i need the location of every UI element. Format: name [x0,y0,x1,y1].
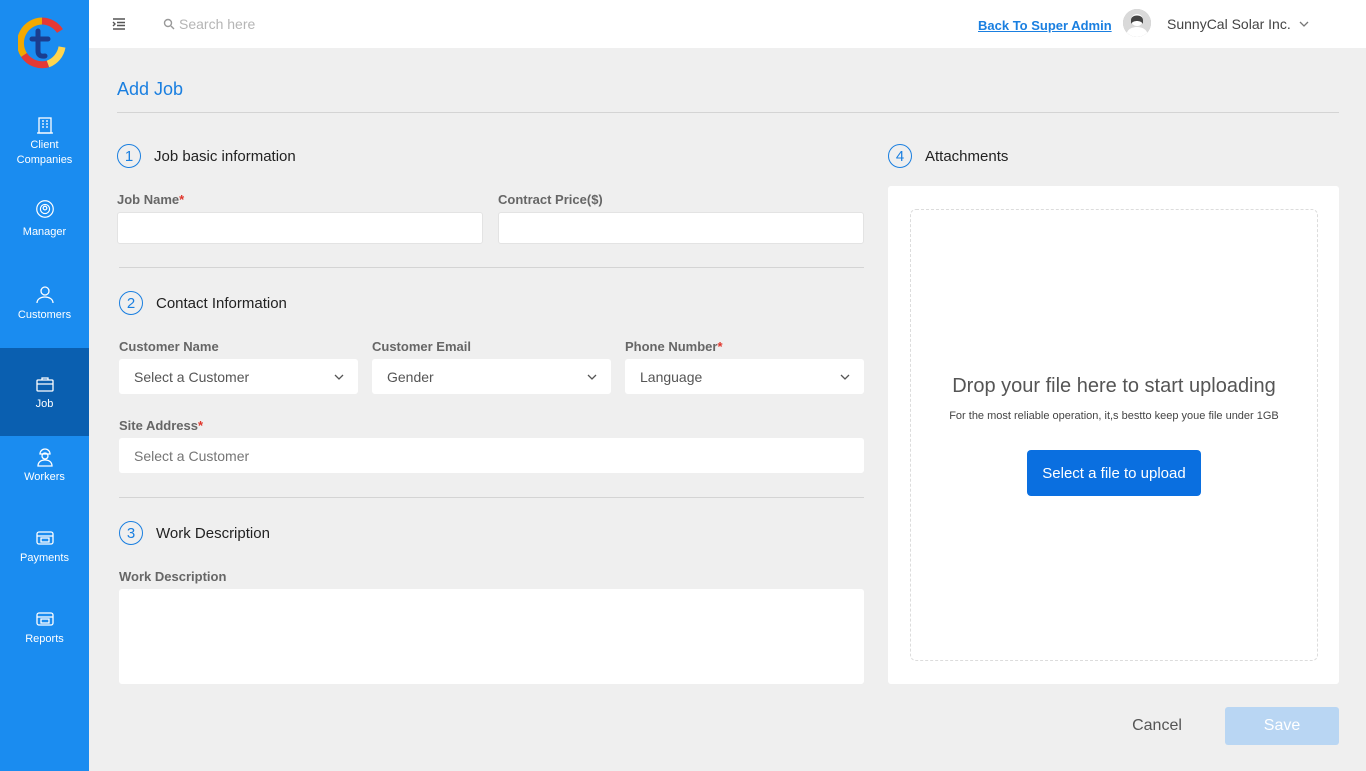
avatar[interactable] [1123,9,1151,37]
site-address-input[interactable] [119,438,864,473]
attachments-card: Drop your file here to start uploading F… [888,186,1339,684]
sidebar-item-workers[interactable]: Workers [0,446,89,486]
step-number: 1 [117,144,141,168]
sidebar-item-manager[interactable]: Manager [0,198,89,248]
briefcase-icon [34,373,56,395]
contract-price-label: Contract Price($) [498,192,603,207]
company-name: SunnyCal Solar Inc. [1167,16,1291,32]
site-address-label: Site Address* [119,418,204,433]
section-divider [119,497,864,498]
chevron-down-icon [840,374,850,380]
cancel-button[interactable]: Cancel [1115,707,1199,745]
section-contact-info-header: 2 Contact Information [119,291,287,315]
job-name-input[interactable] [117,212,483,244]
sidebar-item-label: Manager [22,226,67,238]
sidebar-item-payments[interactable]: Payments [0,527,89,567]
search-box[interactable] [163,14,383,34]
back-to-super-admin-link[interactable]: Back To Super Admin [978,18,1112,33]
dropzone-subtitle: For the most reliable operation, it,s be… [949,410,1279,422]
company-selector[interactable]: SunnyCal Solar Inc. [1167,16,1309,32]
sidebar-item-customers[interactable]: Customers [0,284,89,324]
chevron-down-icon [587,374,597,380]
customer-email-value: Gender [387,368,434,385]
save-button[interactable]: Save [1225,707,1339,745]
section-title: Job basic information [154,147,296,165]
customer-email-label: Customer Email [372,339,471,354]
sidebar-item-label: Reports [25,633,64,645]
sidebar-item-label-line: Client [30,139,59,151]
payment-icon [34,527,56,549]
building-icon [34,114,56,136]
sidebar-item-job[interactable]: Job [0,348,89,436]
customer-email-select[interactable]: Gender [372,359,611,394]
search-icon [163,18,175,30]
phone-number-select[interactable]: Language [625,359,864,394]
step-number: 4 [888,144,912,168]
chevron-down-icon [1299,21,1309,27]
sidebar-item-label: Payments [20,552,69,564]
sidebar-item-label: Workers [24,471,65,483]
sidebar: Client Companies Manager Customers Job Wo… [0,0,89,771]
t-logo-icon[interactable] [18,17,66,69]
page-title: Add Job [117,79,184,99]
section-divider [119,267,864,268]
step-number: 3 [119,521,143,545]
section-title: Attachments [925,147,1009,165]
select-file-button[interactable]: Select a file to upload [1027,450,1201,496]
customer-name-value: Select a Customer [134,368,250,385]
phone-number-label: Phone Number* [625,339,723,354]
section-title: Contact Information [156,294,287,312]
menu-toggle-icon[interactable] [111,16,127,32]
dropzone-title: Drop your file here to start uploading [952,375,1276,397]
section-work-description-header: 3 Work Description [119,521,270,545]
sidebar-item-reports[interactable]: Reports [0,608,89,648]
chevron-down-icon [334,374,344,380]
search-input[interactable] [179,16,369,32]
report-icon [34,608,56,630]
work-description-textarea[interactable] [119,589,864,684]
section-title: Work Description [156,524,270,542]
worker-icon [34,446,56,468]
file-dropzone[interactable]: Drop your file here to start uploading F… [910,209,1318,661]
sidebar-item-label: Client Companies [17,138,73,168]
topbar: Back To Super Admin SunnyCal Solar Inc. [89,0,1366,48]
work-description-label: Work Description [119,569,227,584]
sidebar-item-label: Job [35,397,54,410]
user-icon [34,284,56,306]
sidebar-item-label: Customers [17,309,72,321]
section-attachments-header: 4 Attachments [888,144,1008,168]
title-divider [117,112,1339,113]
phone-number-value: Language [640,368,703,385]
job-name-label: Job Name* [117,192,185,207]
customer-name-select[interactable]: Select a Customer [119,359,358,394]
contract-price-input[interactable] [498,212,864,244]
customer-name-label: Customer Name [119,339,219,354]
sidebar-item-label-line: Companies [16,154,73,166]
section-job-basic-info-header: 1 Job basic information [117,144,296,168]
gear-icon [34,198,56,220]
sidebar-item-client-companies[interactable]: Client Companies [0,114,89,170]
step-number: 2 [119,291,143,315]
